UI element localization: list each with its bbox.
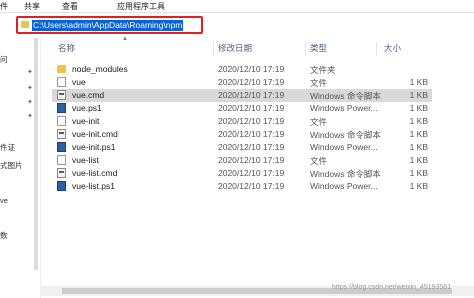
file-type: 文件夹 xyxy=(310,65,336,75)
file-icon xyxy=(57,116,66,126)
column-divider[interactable] xyxy=(213,42,214,56)
file-date: 2020/12/10 17:19 xyxy=(218,103,285,113)
file-name: vue-init xyxy=(72,116,100,126)
ribbon-tab-app-tools[interactable]: 应用程序工具 xyxy=(117,1,165,12)
file-date: 2020/12/10 17:19 xyxy=(218,142,285,152)
file-row[interactable]: vue-list.cmd 2020/12/10 17:19 Windows 命令… xyxy=(52,167,432,180)
file-size: 1 KB xyxy=(409,77,428,87)
file-type: Windows Power... xyxy=(310,103,378,113)
file-row-selected[interactable]: vue.cmd 2020/12/10 17:19 Windows 命令脚本 1 … xyxy=(52,89,432,102)
file-size: 1 KB xyxy=(409,103,428,113)
nav-item[interactable]: 问 xyxy=(0,54,8,65)
ribbon-tab-share[interactable]: 共享 xyxy=(24,1,40,12)
watermark: https://blog.csdn.net/weixin_45193561 xyxy=(332,284,452,291)
file-type: Windows Power... xyxy=(310,142,378,152)
file-name: vue xyxy=(72,77,86,87)
file-name: vue-list xyxy=(72,155,99,165)
file-row[interactable]: vue.ps1 2020/12/10 17:19 Windows Power..… xyxy=(52,102,432,115)
column-divider[interactable] xyxy=(305,42,306,56)
file-row[interactable]: vue-init.ps1 2020/12/10 17:19 Windows Po… xyxy=(52,141,432,154)
file-type: 文件 xyxy=(310,78,328,88)
file-size: 1 KB xyxy=(409,116,428,126)
file-row[interactable]: vue-init.cmd 2020/12/10 17:19 Windows 命令… xyxy=(52,128,432,141)
file-type: Windows 命令脚本 xyxy=(310,91,381,101)
file-icon xyxy=(57,77,66,87)
folder-icon xyxy=(57,65,66,73)
file-name: vue-list.ps1 xyxy=(72,181,115,191)
file-size: 1 KB xyxy=(409,168,428,178)
column-divider[interactable] xyxy=(376,42,377,56)
pin-icon[interactable]: ✦ xyxy=(27,99,33,106)
pin-icon[interactable]: ✦ xyxy=(27,113,33,120)
file-row[interactable]: vue-list.ps1 2020/12/10 17:19 Windows Po… xyxy=(52,180,432,193)
address-bar[interactable]: C:\Users\admin\AppData\Roaming\npm xyxy=(16,16,203,34)
file-type: 文件 xyxy=(310,117,328,127)
file-name: vue-list.cmd xyxy=(72,168,118,178)
nav-item[interactable]: ve xyxy=(0,196,8,205)
file-type: Windows 命令脚本 xyxy=(310,169,381,179)
address-path[interactable]: C:\Users\admin\AppData\Roaming\npm xyxy=(32,20,184,31)
file-icon xyxy=(57,155,66,165)
ribbon-tabs: 件 共享 查看 应用程序工具 xyxy=(0,0,474,13)
cmd-icon xyxy=(57,90,66,100)
cmd-icon xyxy=(57,168,66,178)
file-row[interactable]: node_modules 2020/12/10 17:19 文件夹 xyxy=(52,63,432,76)
file-date: 2020/12/10 17:19 xyxy=(218,116,285,126)
file-size: 1 KB xyxy=(409,142,428,152)
file-size: 1 KB xyxy=(409,155,428,165)
column-header-size[interactable]: 大小 xyxy=(384,42,401,56)
nav-item[interactable]: 数 xyxy=(0,230,8,241)
nav-item[interactable]: 件证 xyxy=(0,142,15,153)
column-header-type[interactable]: 类型 xyxy=(310,42,327,56)
file-type: Windows Power... xyxy=(310,181,378,191)
file-date: 2020/12/10 17:19 xyxy=(218,181,285,191)
file-date: 2020/12/10 17:19 xyxy=(218,129,285,139)
file-name: vue-init.cmd xyxy=(72,129,118,139)
cmd-icon xyxy=(57,129,66,139)
column-header-date[interactable]: 修改日期 xyxy=(218,42,252,56)
powershell-icon xyxy=(57,181,66,191)
powershell-icon xyxy=(57,103,66,113)
file-type: 文件 xyxy=(310,156,328,166)
powershell-icon xyxy=(57,142,66,152)
column-header-name[interactable]: 名称 xyxy=(58,42,75,56)
pin-icon[interactable]: ✦ xyxy=(27,85,33,92)
file-size: 1 KB xyxy=(409,129,428,139)
sort-ascending-icon: ▲ xyxy=(122,36,128,42)
file-row[interactable]: vue-list 2020/12/10 17:19 文件 1 KB xyxy=(52,154,432,167)
file-type: Windows 命令脚本 xyxy=(310,130,381,140)
file-row[interactable]: vue-init 2020/12/10 17:19 文件 1 KB xyxy=(52,115,432,128)
file-size: 1 KB xyxy=(409,90,428,100)
file-date: 2020/12/10 17:19 xyxy=(218,168,285,178)
folder-icon xyxy=(21,21,29,28)
file-date: 2020/12/10 17:19 xyxy=(218,77,285,87)
file-name: vue.ps1 xyxy=(72,103,102,113)
file-row[interactable]: vue 2020/12/10 17:19 文件 1 KB xyxy=(52,76,432,89)
navigation-scrollbar[interactable] xyxy=(34,38,38,270)
file-size: 1 KB xyxy=(409,181,428,191)
ribbon-tab-file[interactable]: 件 xyxy=(0,1,8,12)
ribbon-tab-view[interactable]: 查看 xyxy=(62,1,78,12)
file-name: vue-init.ps1 xyxy=(72,142,116,152)
file-name: vue.cmd xyxy=(72,90,105,100)
file-date: 2020/12/10 17:19 xyxy=(218,90,285,100)
file-date: 2020/12/10 17:19 xyxy=(218,155,285,165)
file-name: node_modules xyxy=(72,64,128,74)
file-date: 2020/12/10 17:19 xyxy=(218,64,285,74)
nav-item[interactable]: 式图片 xyxy=(0,160,23,171)
pin-icon[interactable]: ✦ xyxy=(27,69,33,76)
